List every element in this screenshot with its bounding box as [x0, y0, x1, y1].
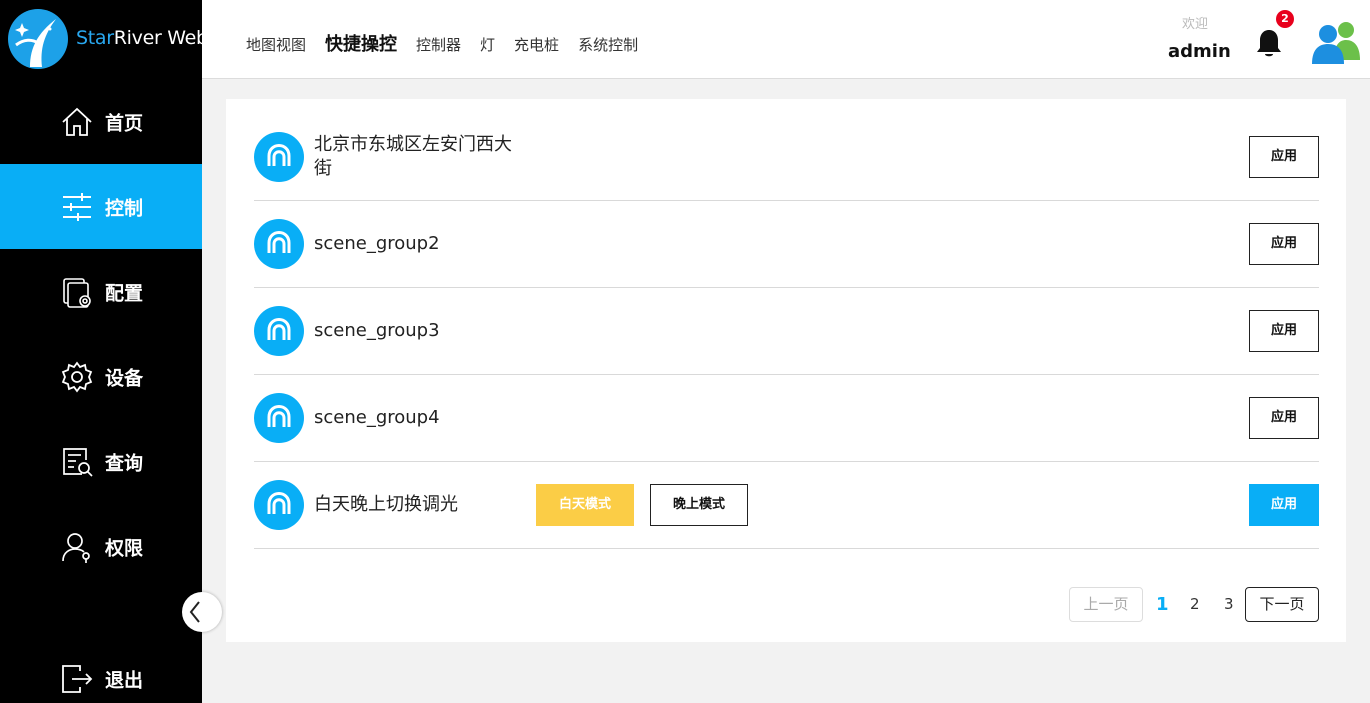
logout-icon [62, 664, 93, 693]
scene-icon [254, 306, 304, 356]
user-key-icon [62, 532, 90, 563]
sidebar-item-logout[interactable]: 退出 [0, 636, 202, 703]
sidebar-item-label: 首页 [105, 112, 144, 134]
bell-icon[interactable] [1254, 27, 1284, 59]
list-item: scene_group2 应用 [254, 201, 1319, 288]
config-icon [63, 277, 91, 308]
tab-quick-control[interactable]: 快捷操控 [325, 30, 397, 56]
sidebar: StarRiver Web 首页 控制 配置 设备 查询 权限 退出 [0, 0, 208, 703]
tab-controller[interactable]: 控制器 [416, 34, 461, 55]
apply-button[interactable]: 应用 [1249, 310, 1319, 352]
scene-name: scene_group2 [314, 233, 440, 254]
tab-light[interactable]: 灯 [480, 34, 495, 55]
prev-page-button[interactable]: 上一页 [1069, 587, 1143, 622]
day-mode-button[interactable]: 白天模式 [536, 484, 634, 526]
apply-button[interactable]: 应用 [1249, 223, 1319, 265]
scene-icon [254, 132, 304, 182]
apply-button[interactable]: 应用 [1249, 397, 1319, 439]
chevron-left-icon [189, 601, 200, 623]
welcome-text: 欢迎 [1182, 17, 1209, 32]
page-1[interactable]: 1 [1156, 587, 1169, 622]
sidebar-item-config[interactable]: 配置 [0, 249, 202, 334]
scene-name: 北京市东城区左安门西大街 [314, 134, 512, 179]
night-mode-button[interactable]: 晚上模式 [650, 484, 748, 526]
sidebar-item-label: 查询 [105, 452, 144, 474]
scene-name: scene_group3 [314, 320, 440, 341]
page-2[interactable]: 2 [1190, 587, 1200, 622]
tab-system-control[interactable]: 系统控制 [578, 34, 638, 55]
sidebar-item-query[interactable]: 查询 [0, 419, 202, 504]
list-item: scene_group3 应用 [254, 288, 1319, 375]
next-page-button[interactable]: 下一页 [1245, 587, 1319, 622]
header: 地图视图 快捷操控 控制器 灯 充电桩 系统控制 欢迎 admin 2 [202, 0, 1370, 79]
sidebar-item-label: 退出 [105, 669, 144, 691]
sliders-icon [63, 192, 91, 221]
scene-list-card: 北京市东城区左安门西大街 应用 scene_group2 应用 scene_gr… [226, 99, 1346, 642]
sidebar-item-label: 控制 [105, 197, 144, 219]
home-icon [62, 107, 92, 136]
collapse-sidebar-button[interactable] [182, 592, 222, 632]
tab-map-view[interactable]: 地图视图 [246, 34, 306, 55]
sidebar-item-label: 权限 [105, 537, 144, 559]
gear-icon [61, 361, 93, 392]
sidebar-item-label: 配置 [105, 282, 144, 304]
list-item: scene_group4 应用 [254, 375, 1319, 462]
notification-badge: 2 [1276, 10, 1294, 28]
scene-icon [254, 219, 304, 269]
top-nav: 地图视图 快捷操控 控制器 灯 充电桩 系统控制 [246, 30, 657, 56]
app-logo: StarRiver Web [0, 0, 208, 79]
scene-icon [254, 480, 304, 530]
sidebar-item-permission[interactable]: 权限 [0, 504, 202, 589]
tab-charging-pile[interactable]: 充电桩 [514, 34, 559, 55]
sidebar-item-label: 设备 [105, 367, 144, 389]
search-doc-icon [63, 447, 93, 477]
sidebar-item-home[interactable]: 首页 [0, 79, 202, 164]
scene-name: 白天晚上切换调光 [314, 494, 458, 515]
starriver-logo-icon [8, 9, 68, 69]
avatar[interactable] [1310, 14, 1362, 66]
list-item: 白天晚上切换调光 白天模式 晚上模式 应用 [254, 462, 1319, 549]
sidebar-item-control[interactable]: 控制 [0, 164, 202, 249]
sidebar-item-device[interactable]: 设备 [0, 334, 202, 419]
scene-name: scene_group4 [314, 407, 440, 428]
apply-button[interactable]: 应用 [1249, 484, 1319, 526]
list-item: 北京市东城区左安门西大街 应用 [254, 114, 1319, 201]
scene-icon [254, 393, 304, 443]
apply-button[interactable]: 应用 [1249, 136, 1319, 178]
page-3[interactable]: 3 [1224, 587, 1234, 622]
app-name: StarRiver Web [76, 27, 208, 49]
user-name[interactable]: admin [1168, 41, 1231, 62]
